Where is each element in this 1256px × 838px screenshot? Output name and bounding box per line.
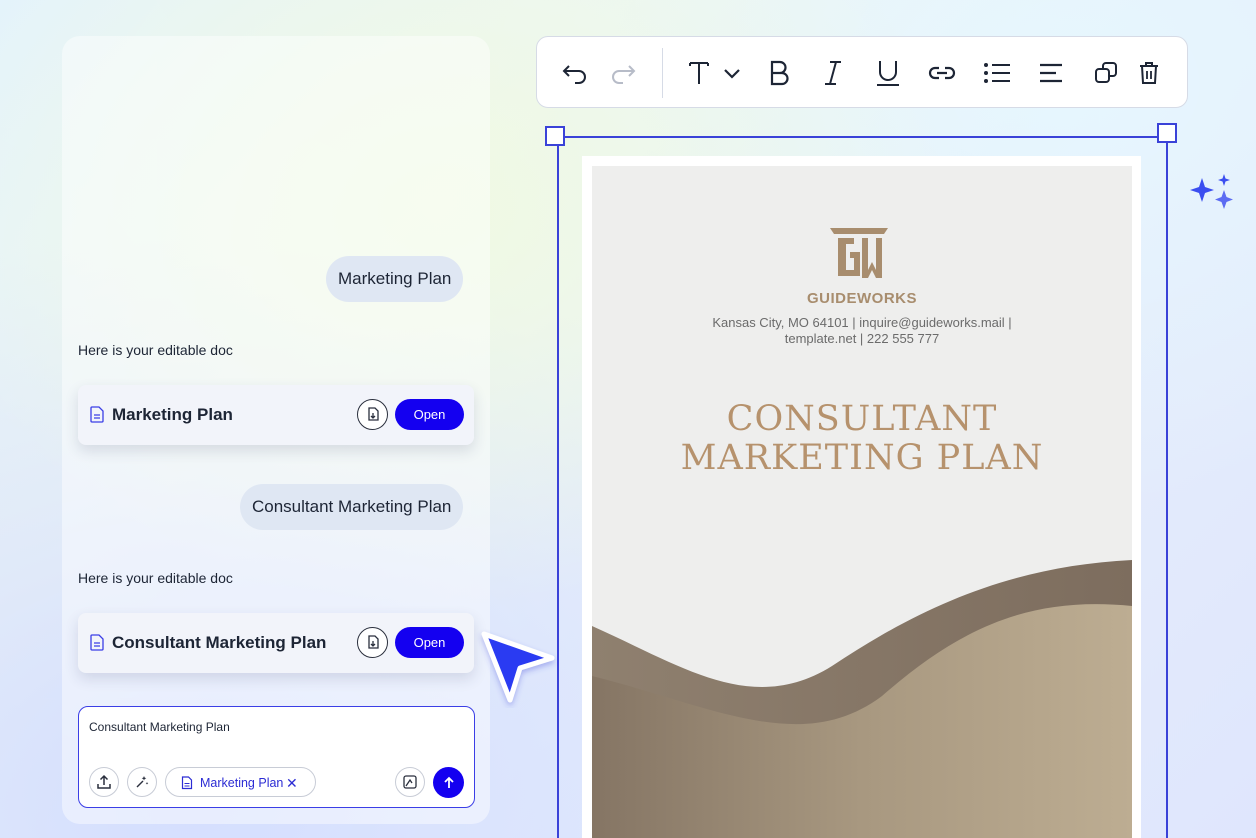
upload-button[interactable] — [89, 767, 119, 797]
document-title-line: MARKETING PLAN — [680, 438, 1044, 478]
attachment-chip[interactable]: Marketing Plan ✕ — [165, 767, 316, 797]
redo-icon — [612, 65, 636, 84]
align-icon — [1040, 63, 1062, 83]
cursor-pointer-icon — [481, 631, 555, 703]
composer-input[interactable]: Consultant Marketing Plan — [89, 720, 230, 734]
guideworks-logo-icon — [830, 228, 888, 278]
chat-composer[interactable]: Consultant Marketing Plan Marketing Plan… — [78, 706, 475, 808]
document-icon — [181, 776, 193, 790]
doc-card[interactable]: Marketing Plan Open — [78, 385, 474, 445]
text-style-icon — [689, 62, 740, 84]
duplicate-button[interactable] — [1092, 59, 1120, 87]
sparkle-icon — [1190, 174, 1233, 209]
contact-address: Kansas City, MO 64101 | inquire@guidewor… — [652, 315, 1072, 347]
download-icon — [367, 635, 379, 649]
address-line: Kansas City, MO 64101 | inquire@guidewor… — [712, 315, 1012, 330]
brand-name: GUIDEWORKS — [807, 290, 917, 307]
bold-button[interactable] — [765, 59, 793, 87]
user-message: Consultant Marketing Plan — [240, 484, 464, 530]
doc-card-title: Marketing Plan — [112, 405, 233, 424]
decorative-wave — [592, 560, 1132, 838]
link-icon — [928, 66, 956, 80]
resize-handle-top-left[interactable] — [545, 126, 565, 146]
assistant-message: Here is your editable doc — [78, 342, 233, 358]
bullet-list-button[interactable] — [982, 59, 1012, 87]
doc-card-title: Consultant Marketing Plan — [112, 633, 327, 652]
editor-toolbar — [536, 36, 1188, 108]
document-title: CONSULTANT MARKETING PLAN — [592, 400, 1132, 478]
bullet-list-icon — [984, 63, 1010, 83]
doc-card[interactable]: Consultant Marketing Plan Open — [78, 613, 474, 673]
bold-icon — [770, 60, 789, 86]
duplicate-icon — [1095, 62, 1117, 83]
download-button[interactable] — [357, 399, 388, 430]
link-button[interactable] — [927, 59, 957, 87]
user-message: Marketing Plan — [326, 256, 464, 302]
document-icon — [90, 634, 104, 651]
text-style-dropdown[interactable] — [685, 59, 745, 87]
download-icon — [367, 407, 379, 421]
open-button[interactable]: Open — [395, 399, 464, 430]
attachment-chip-label: Marketing Plan — [200, 776, 284, 790]
italic-icon — [825, 61, 841, 85]
resize-handle-top-right[interactable] — [1157, 123, 1177, 143]
send-button[interactable] — [433, 767, 464, 798]
undo-button[interactable] — [561, 59, 589, 87]
underline-button[interactable] — [874, 59, 902, 87]
upload-icon — [97, 774, 111, 789]
address-line: template.net | 222 555 777 — [784, 331, 940, 346]
arrow-up-icon — [443, 776, 454, 788]
template-button[interactable] — [395, 767, 425, 797]
magic-wand-icon — [136, 776, 149, 788]
toolbar-divider — [662, 48, 663, 98]
italic-button[interactable] — [819, 59, 847, 87]
document-icon — [90, 406, 104, 423]
image-pen-icon — [403, 775, 417, 789]
download-button[interactable] — [357, 627, 388, 658]
redo-button[interactable] — [609, 59, 637, 87]
align-button[interactable] — [1037, 59, 1065, 87]
close-icon[interactable]: ✕ — [286, 768, 298, 798]
delete-button[interactable] — [1135, 59, 1163, 87]
document-page[interactable]: GUIDEWORKS Kansas City, MO 64101 | inqui… — [592, 166, 1132, 838]
assistant-message: Here is your editable doc — [78, 570, 233, 586]
delete-icon — [1140, 62, 1158, 84]
ai-magic-button[interactable] — [127, 767, 157, 797]
underline-icon — [877, 61, 899, 86]
document-title-line: CONSULTANT — [726, 399, 998, 439]
undo-icon — [562, 65, 586, 84]
open-button[interactable]: Open — [395, 627, 464, 658]
